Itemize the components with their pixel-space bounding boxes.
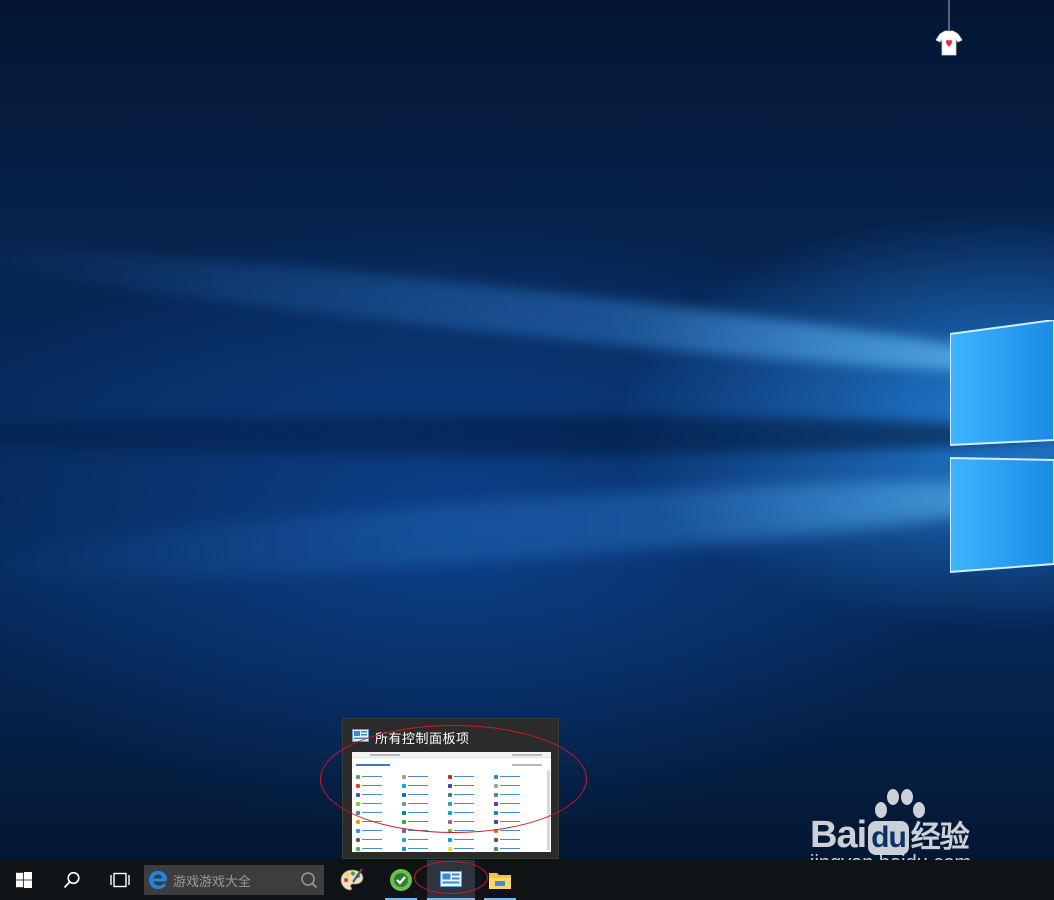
folder-icon: [489, 873, 511, 889]
task-view-icon: [110, 872, 130, 888]
taskbar-app-control-panel[interactable]: [427, 860, 475, 900]
taskbar-search-box[interactable]: 游戏游戏大全: [144, 865, 324, 895]
mini-scrollbar: [547, 770, 550, 850]
start-button[interactable]: [0, 860, 48, 900]
mini-search: [512, 754, 542, 756]
search-button[interactable]: [48, 860, 96, 900]
mini-viewby: [512, 764, 542, 766]
watermark-brand: Bai du 经验: [810, 814, 970, 856]
taskbar: 游戏游戏大全: [0, 860, 1054, 900]
control-panel-icon: [352, 729, 369, 742]
search-input[interactable]: 游戏游戏大全: [173, 871, 300, 890]
mini-heading: [356, 764, 390, 766]
windows-logo-light: [950, 320, 1054, 574]
mini-address: [370, 754, 400, 756]
edge-browser-icon: [149, 871, 167, 889]
search-icon: [301, 872, 318, 889]
preview-screenshot: [352, 752, 551, 852]
window-preview-thumbnail[interactable]: 所有控制面板项: [342, 718, 559, 859]
windows-start-icon: [16, 872, 32, 888]
taskbar-app-file-explorer[interactable]: [480, 860, 520, 900]
light-beam: [0, 461, 1054, 600]
palette-icon: [340, 868, 364, 891]
taskbar-app-green[interactable]: [381, 860, 421, 900]
light-beam: [0, 228, 1054, 391]
search-icon: [63, 871, 80, 889]
taskbar-app-drawing[interactable]: [332, 860, 372, 900]
dark-band: [0, 415, 1054, 455]
preview-window-title: 所有控制面板项: [375, 732, 470, 747]
control-panel-icon: [440, 871, 462, 887]
green-circle-app-icon: [390, 869, 412, 891]
tshirt-icon[interactable]: [934, 0, 964, 60]
task-view-button[interactable]: [96, 860, 144, 900]
